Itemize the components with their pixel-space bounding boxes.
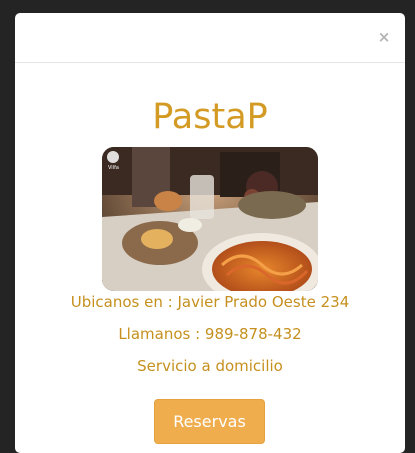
restaurant-photo: Vilfa (102, 147, 318, 291)
modal-header: × (15, 13, 405, 63)
delivery-service-text: Servicio a domicilio (137, 357, 283, 375)
address-text: Ubicanos en : Javier Prado Oeste 234 (70, 293, 350, 311)
restaurant-modal: × PastaP Vilfa Ubicanos en: Javier Prad… (15, 13, 405, 453)
reservations-button[interactable]: Reservas (154, 399, 265, 444)
restaurant-title: PastaP (152, 97, 268, 137)
phone-text: Llamanos : 989-878-432 (118, 325, 302, 343)
photo-badge: Vilfa (108, 165, 119, 171)
close-button[interactable]: × (377, 28, 391, 46)
